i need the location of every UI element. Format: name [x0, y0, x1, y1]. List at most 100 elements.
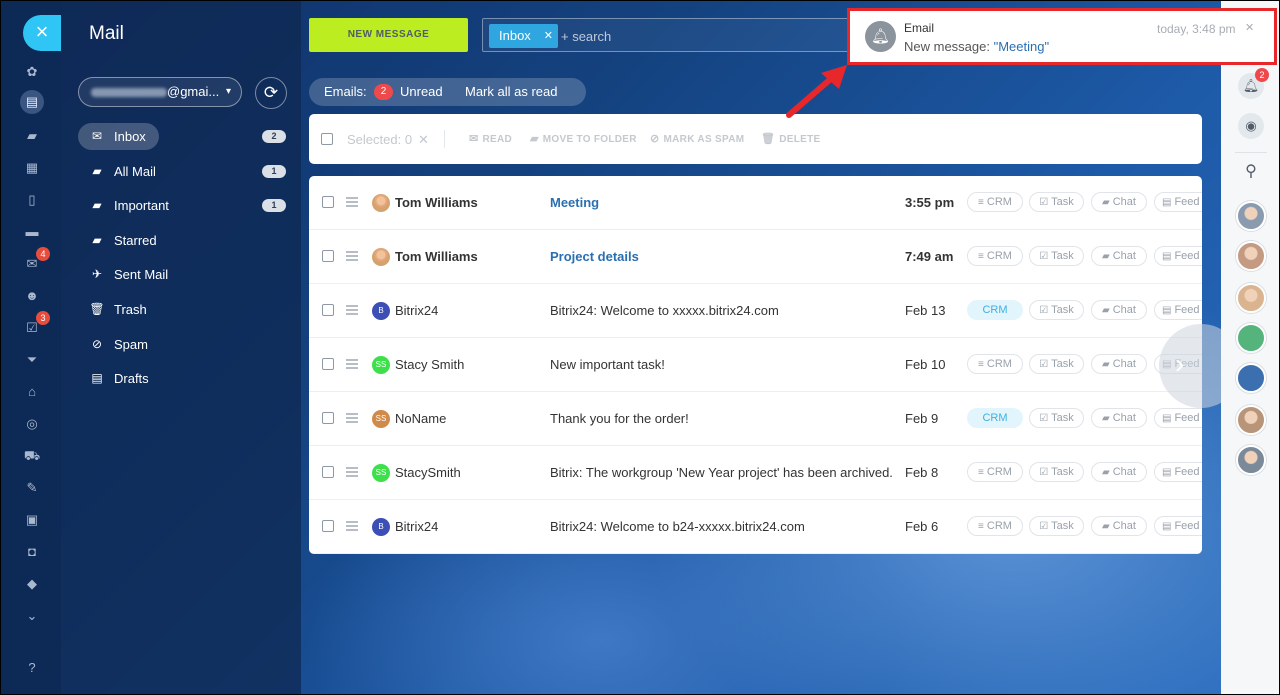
drag-handle-icon[interactable] [346, 521, 358, 531]
folder-important[interactable]: ▰ Important 1 [78, 192, 288, 219]
robot-icon[interactable]: ◘ [23, 543, 41, 561]
drive-icon[interactable]: ▬ [23, 223, 41, 241]
new-message-button[interactable]: NEW MESSAGE [309, 18, 468, 52]
cart-icon[interactable]: ⛟ [23, 447, 41, 465]
drag-handle-icon[interactable] [346, 467, 358, 477]
help-icon[interactable]: ? [23, 659, 41, 677]
row-checkbox[interactable] [322, 520, 334, 532]
unread-filter-link[interactable]: Unread [400, 78, 443, 106]
task-button[interactable]: ☑ Task [1029, 516, 1084, 536]
task-button[interactable]: ☑ Task [1029, 354, 1084, 374]
box-icon[interactable]: ◆ [23, 575, 41, 593]
mark-as-spam-button[interactable]: ⊘ MARK AS SPAM [650, 132, 744, 145]
crm-button[interactable]: ≡ CRM [967, 462, 1023, 482]
chat-button[interactable]: ▰ Chat [1091, 192, 1147, 212]
subject-link[interactable]: Bitrix: The workgroup 'New Year project'… [550, 465, 893, 480]
row-checkbox[interactable] [322, 250, 334, 262]
subject-link[interactable]: Bitrix24: Welcome to xxxxx.bitrix24.com [550, 303, 779, 318]
drag-handle-icon[interactable] [346, 197, 358, 207]
crm-button[interactable]: ≡ CRM [967, 192, 1023, 212]
crm-button[interactable]: ≡ CRM [967, 354, 1023, 374]
folder-starred[interactable]: ▰ Starred [78, 227, 288, 254]
feed-button[interactable]: ▤Feed [1154, 300, 1202, 320]
table-row[interactable]: B Bitrix24 Bitrix24: Welcome to xxxxx.bitr… [309, 284, 1202, 338]
task-button[interactable]: ☑ Task [1029, 192, 1084, 212]
close-icon[interactable]: × [23, 15, 61, 51]
crm-button[interactable]: CRM [967, 408, 1023, 428]
chat-button[interactable]: ▰ Chat [1091, 300, 1147, 320]
subject-link[interactable]: Bitrix24: Welcome to b24-xxxxx.bitrix24.… [550, 519, 805, 534]
email-notification-popup[interactable]: 🔔︎ Email today, 3:48 pm ✕ New message: "… [847, 8, 1277, 65]
task-button[interactable]: ☑ Task [1029, 300, 1084, 320]
more-icon[interactable]: ⌄ [23, 607, 41, 625]
sender-name[interactable]: NoName [395, 411, 446, 426]
sender-name[interactable]: Bitrix24 [395, 519, 438, 534]
table-row[interactable]: B Bitrix24 Bitrix24: Welcome to b24-xxxxx.… [309, 500, 1202, 554]
search-input[interactable] [561, 24, 811, 48]
close-icon[interactable]: ✕ [418, 132, 429, 147]
chat-button[interactable]: ▰ Chat [1091, 354, 1147, 374]
subject-link[interactable]: Meeting [550, 195, 599, 210]
subject-link[interactable]: New important task! [550, 357, 665, 372]
notification-subject-link[interactable]: "Meeting" [994, 39, 1049, 54]
refresh-button[interactable]: ⟳ [255, 77, 287, 109]
funnel-icon[interactable]: ⏷ [23, 351, 41, 369]
drag-handle-icon[interactable] [346, 413, 358, 423]
table-row[interactable]: SS StacySmith Bitrix: The workgroup 'New Y… [309, 446, 1202, 500]
table-row[interactable]: SS Stacy Smith New important task! Feb 10 ≡ C… [309, 338, 1202, 392]
row-checkbox[interactable] [322, 196, 334, 208]
user-avatar[interactable] [1236, 405, 1266, 435]
folder-all-mail[interactable]: ▰ All Mail 1 [78, 158, 288, 185]
crm-button[interactable]: CRM [967, 300, 1023, 320]
move-to-folder-button[interactable]: ▰ MOVE TO FOLDER [530, 132, 637, 145]
user-avatar[interactable] [1236, 445, 1266, 475]
read-button[interactable]: ✉ READ [469, 132, 512, 145]
document-icon[interactable]: ▯ [23, 191, 41, 209]
stream-icon[interactable]: ✿ [23, 63, 41, 81]
chat-icon[interactable]: ▰ [23, 127, 41, 145]
crm-button[interactable]: ≡ CRM [967, 516, 1023, 536]
sender-name[interactable]: StacySmith [395, 465, 461, 480]
drag-handle-icon[interactable] [346, 251, 358, 261]
chat-button[interactable]: ▰ Chat [1091, 462, 1147, 482]
feed-button[interactable]: ▤Feed [1154, 192, 1202, 212]
select-all-checkbox[interactable] [321, 133, 333, 145]
folder-spam[interactable]: ⊘ Spam [78, 331, 288, 358]
chat-button[interactable]: ▰ Chat [1091, 516, 1147, 536]
calendar-icon[interactable]: ▦ [23, 159, 41, 177]
folder-sent-mail[interactable]: ✈ Sent Mail [78, 261, 288, 288]
row-checkbox[interactable] [322, 412, 334, 424]
subject-link[interactable]: Thank you for the order! [550, 411, 689, 426]
feed-button[interactable]: ▤Feed [1154, 516, 1202, 536]
sender-name[interactable]: Tom Williams [395, 195, 478, 210]
user-avatar[interactable] [1236, 241, 1266, 271]
subject-link[interactable]: Project details [550, 249, 639, 264]
crm-button[interactable]: ≡ CRM [967, 246, 1023, 266]
user-avatar[interactable] [1236, 363, 1266, 393]
feed-button[interactable]: ▤Feed [1154, 408, 1202, 428]
row-checkbox[interactable] [322, 358, 334, 370]
table-row[interactable]: SS NoName Thank you for the order! Feb 9 CRM… [309, 392, 1202, 446]
search-button[interactable]: ⚲ [1238, 159, 1264, 185]
filter-chip-inbox[interactable]: Inbox ✕ [489, 24, 558, 48]
bank-icon[interactable]: ⌂ [23, 383, 41, 401]
table-row[interactable]: Tom Williams Meeting 3:55 pm ≡ CRM ☑ Task ▰ Chat… [309, 176, 1202, 230]
sign-icon[interactable]: ✎ [23, 479, 41, 497]
table-row[interactable]: Tom Williams Project details 7:49 am ≡ CRM ☑ T… [309, 230, 1202, 284]
sender-name[interactable]: Bitrix24 [395, 303, 438, 318]
messenger-button[interactable]: ◉ [1238, 113, 1264, 139]
drag-handle-icon[interactable] [346, 305, 358, 315]
task-button[interactable]: ☑ Task [1029, 408, 1084, 428]
sender-name[interactable]: Stacy Smith [395, 357, 464, 372]
feed-button[interactable]: ▤Feed [1154, 246, 1202, 266]
close-icon[interactable]: ✕ [1245, 21, 1254, 34]
close-icon[interactable]: ✕ [544, 24, 553, 48]
account-selector[interactable]: @gmai... ▾ [78, 77, 242, 107]
groups-icon[interactable]: ☻ [23, 287, 41, 305]
delete-button[interactable]: 🗑 DELETE [761, 132, 821, 145]
chat-button[interactable]: ▰ Chat [1091, 246, 1147, 266]
folder-trash[interactable]: 🗑 Trash [78, 296, 288, 323]
row-checkbox[interactable] [322, 466, 334, 478]
folder-drafts[interactable]: ▤ Drafts [78, 365, 288, 392]
user-avatar[interactable] [1236, 323, 1266, 353]
